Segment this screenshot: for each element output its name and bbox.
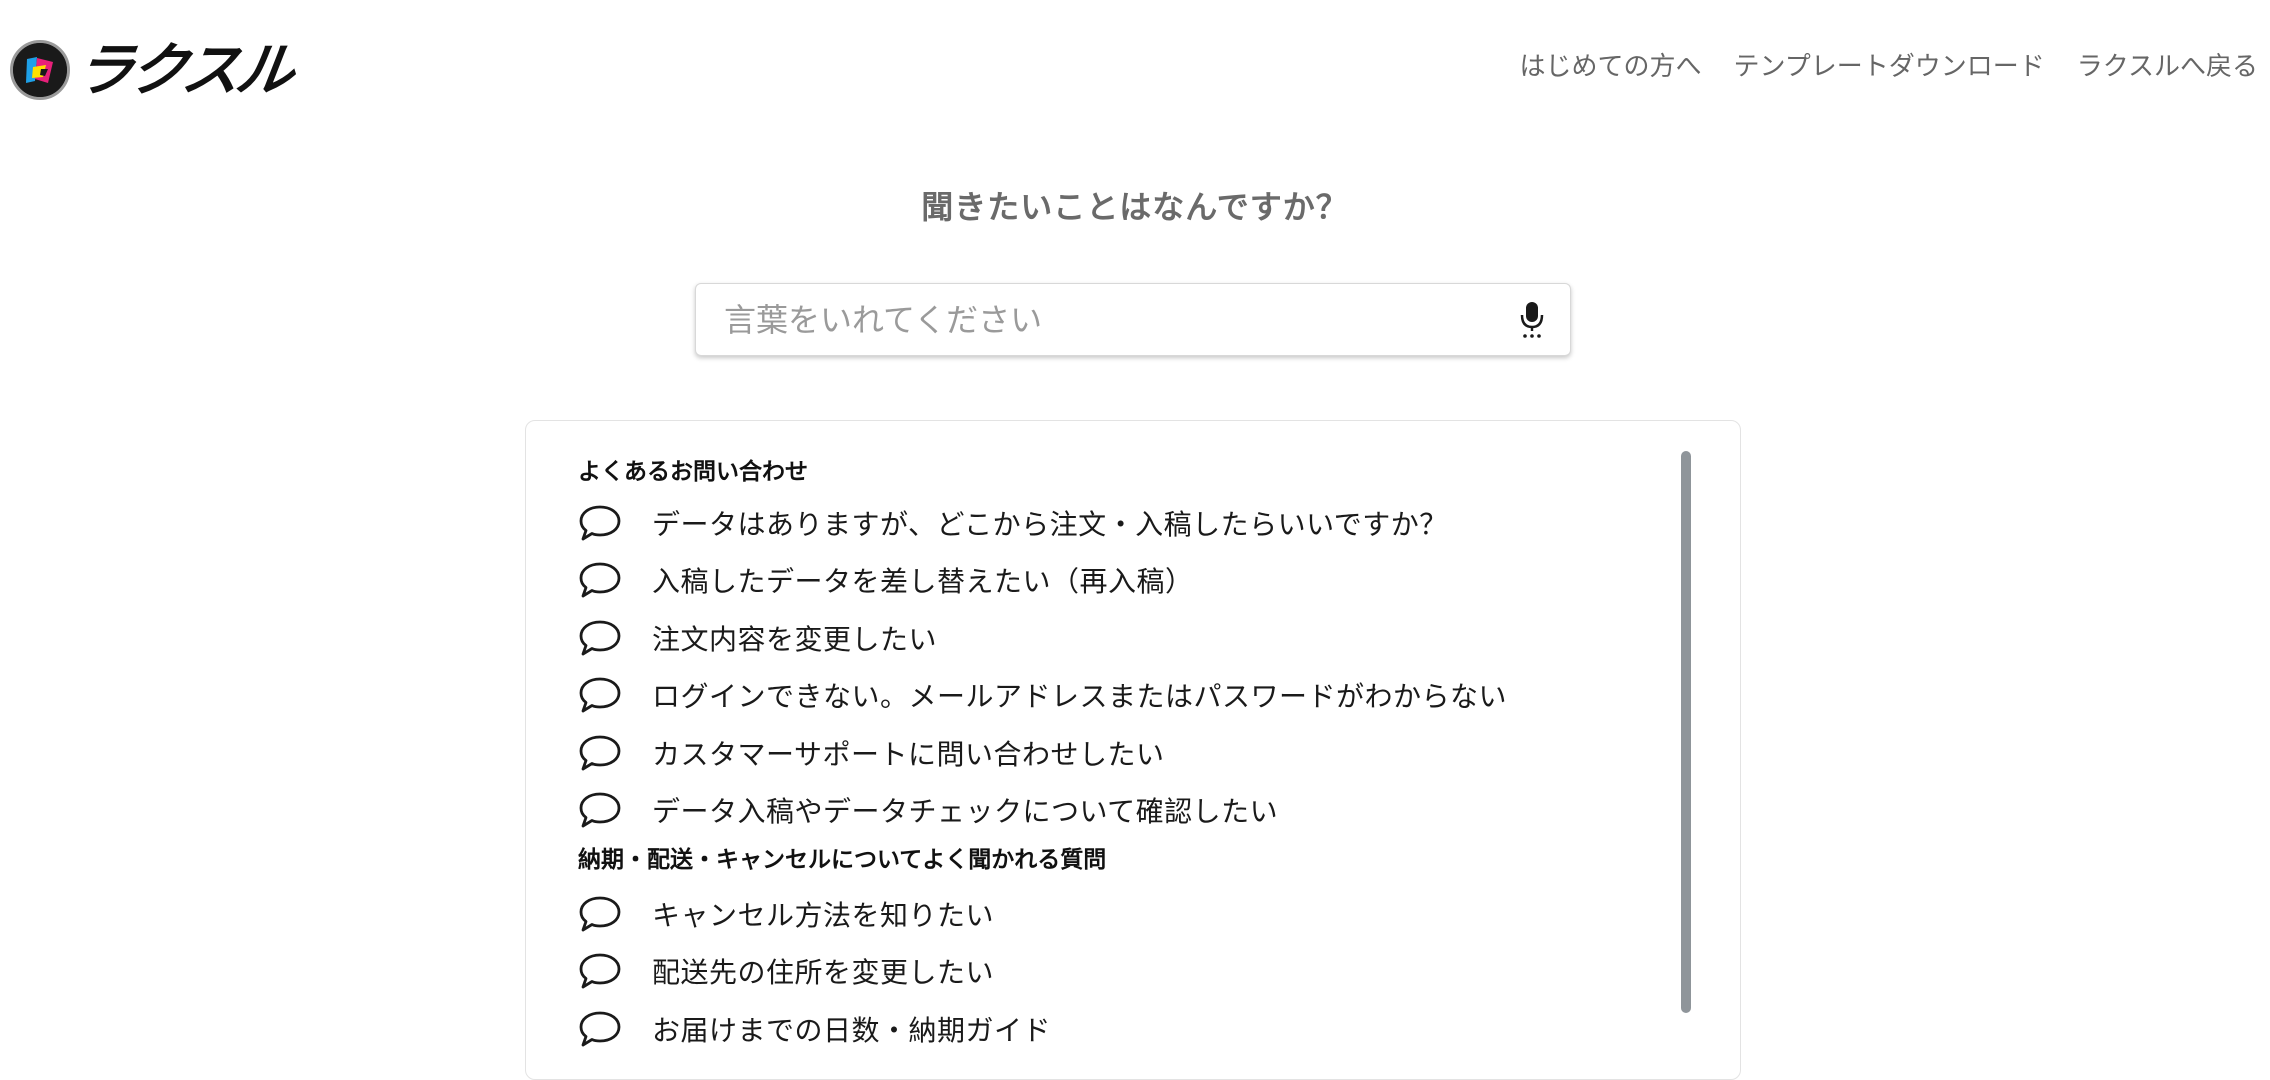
search-box bbox=[695, 283, 1571, 356]
faq-item-label: ログインできない。メールアドレスまたはパスワードがわからない bbox=[652, 680, 1508, 714]
nav-link-first-time[interactable]: はじめての方へ bbox=[1520, 48, 1702, 86]
faq-item-label: 注文内容を変更したい bbox=[652, 622, 938, 656]
page-heading: 聞きたいことはなんですか？ bbox=[921, 188, 1349, 226]
brand-logo[interactable]: ラクスル bbox=[10, 34, 295, 106]
speech-bubble-icon bbox=[578, 731, 622, 775]
panel-scrollbar[interactable] bbox=[1681, 451, 1691, 1013]
speech-bubble-icon bbox=[578, 949, 622, 993]
speech-bubble-icon bbox=[578, 673, 622, 717]
speech-bubble-icon bbox=[578, 558, 622, 602]
faq-item-label: お届けまでの日数・納期ガイド bbox=[652, 1013, 1052, 1047]
nav-link-template-download[interactable]: テンプレートダウンロード bbox=[1734, 48, 2045, 86]
faq-item[interactable]: カスタマーサポートに問い合わせしたい bbox=[578, 724, 1618, 782]
faq-items: データはありますが、どこから注文・入稿したらいいですか？ 入稿したデータを差し替… bbox=[578, 494, 1618, 839]
header-nav: はじめての方へ テンプレートダウンロード ラクスルへ戻る bbox=[1520, 48, 2258, 86]
faq-item-label: データ入稿やデータチェックについて確認したい bbox=[652, 795, 1279, 829]
faq-item[interactable]: お届けまでの日数・納期ガイド bbox=[578, 1000, 1618, 1058]
brand-name: ラクスル bbox=[71, 36, 296, 104]
speech-bubble-icon bbox=[578, 501, 622, 545]
section-title-delivery: 納期・配送・キャンセルについてよく聞かれる質問 bbox=[578, 847, 1107, 873]
faq-item-label: 入稿したデータを差し替えたい（再入稿） bbox=[652, 565, 1194, 599]
faq-list: よくあるお問い合わせ データはありますが、どこから注文・入稿したらいいですか？ … bbox=[578, 453, 1618, 1058]
faq-panel: よくあるお問い合わせ データはありますが、どこから注文・入稿したらいいですか？ … bbox=[525, 420, 1741, 1080]
faq-item-label: キャンセル方法を知りたい bbox=[652, 898, 995, 932]
delivery-items: キャンセル方法を知りたい 配送先の住所を変更したい お届けまでの日数・納期ガイド bbox=[578, 885, 1618, 1058]
microphone-icon[interactable] bbox=[1510, 298, 1554, 342]
faq-item[interactable]: 注文内容を変更したい bbox=[578, 609, 1618, 667]
faq-item[interactable]: データはありますが、どこから注文・入稿したらいいですか？ bbox=[578, 494, 1618, 552]
site-header: ラクスル はじめての方へ テンプレートダウンロード ラクスルへ戻る bbox=[0, 0, 2270, 132]
nav-link-back-to-raksul[interactable]: ラクスルへ戻る bbox=[2077, 48, 2258, 86]
raksul-logo-icon bbox=[10, 40, 70, 100]
faq-item[interactable]: 配送先の住所を変更したい bbox=[578, 943, 1618, 1001]
speech-bubble-icon bbox=[578, 616, 622, 660]
speech-bubble-icon bbox=[578, 1007, 622, 1051]
faq-item[interactable]: データ入稿やデータチェックについて確認したい bbox=[578, 782, 1618, 840]
faq-item[interactable]: ログインできない。メールアドレスまたはパスワードがわからない bbox=[578, 667, 1618, 725]
section-title-faq: よくあるお問い合わせ bbox=[578, 459, 808, 485]
faq-item-label: カスタマーサポートに問い合わせしたい bbox=[652, 737, 1165, 771]
faq-item[interactable]: 入稿したデータを差し替えたい（再入稿） bbox=[578, 552, 1618, 610]
faq-item-label: データはありますが、どこから注文・入稿したらいいですか？ bbox=[652, 507, 1448, 541]
speech-bubble-icon bbox=[578, 788, 622, 832]
faq-item-label: 配送先の住所を変更したい bbox=[652, 956, 995, 990]
speech-bubble-icon bbox=[578, 892, 622, 936]
search-input[interactable] bbox=[696, 284, 1496, 355]
faq-item[interactable]: キャンセル方法を知りたい bbox=[578, 885, 1618, 943]
